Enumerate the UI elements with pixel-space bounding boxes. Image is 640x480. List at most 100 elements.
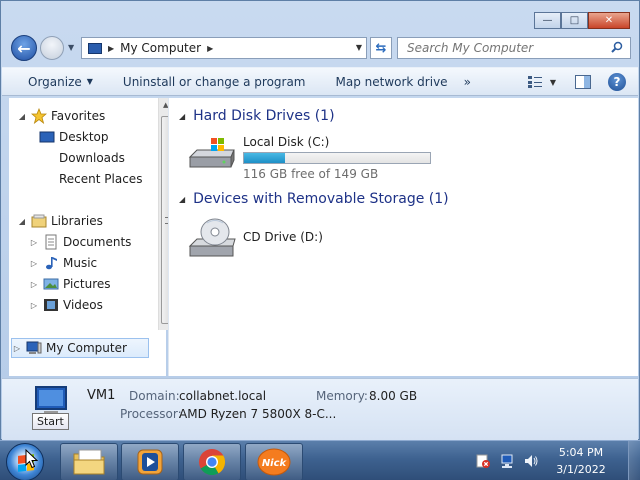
help-icon: ? [608, 73, 626, 91]
breadcrumb-chevron-icon[interactable]: ▶ [108, 44, 114, 53]
map-network-drive-button[interactable]: Map network drive [328, 71, 456, 93]
drive-name: CD Drive (D:) [243, 230, 323, 244]
search-input[interactable] [398, 38, 598, 58]
clock-time: 5:04 PM [558, 446, 604, 459]
mouse-cursor-icon [25, 449, 38, 469]
refresh-button[interactable]: ⇆ [370, 37, 392, 59]
processor-label: Processor: [120, 407, 182, 421]
collapsed-triangle-icon[interactable]: ▷ [29, 259, 39, 268]
view-controls: ▼ ? [518, 71, 628, 93]
clock-date: 3/1/2022 [556, 463, 606, 476]
nav-libraries[interactable]: ◢ Libraries [17, 213, 103, 229]
recent-pages-dropdown-icon[interactable]: ▼ [68, 43, 74, 52]
address-dropdown-icon[interactable]: ▼ [356, 43, 362, 52]
view-dropdown-icon[interactable]: ▼ [546, 71, 560, 93]
change-view-button[interactable] [524, 71, 546, 93]
chrome-icon [199, 449, 226, 476]
recent-places-icon [39, 171, 55, 187]
breadcrumb-my-computer[interactable]: My Computer [120, 41, 201, 55]
network-icon[interactable] [498, 452, 516, 470]
action-center-icon[interactable] [474, 452, 492, 470]
group-header-hard-disk-drives[interactable]: ◢ Hard Disk Drives (1) [179, 108, 335, 124]
domain-label: Domain: [129, 389, 180, 403]
navigation-bar: ← ▼ ▶ My Computer ▶ ▼ ⇆ [11, 35, 631, 61]
nav-favorites[interactable]: ◢ Favorites [17, 108, 105, 124]
show-desktop-button[interactable] [628, 441, 640, 480]
chevron-down-icon: ▼ [86, 77, 93, 86]
content-pane: ◢ Hard Disk Drives (1) Local Disk (C:) 1… [168, 98, 638, 376]
taskbar-windows-explorer[interactable] [60, 443, 118, 480]
search-icon[interactable] [611, 41, 623, 53]
more-commands-button[interactable]: » [456, 71, 479, 93]
drive-local-disk-c[interactable]: Local Disk (C:) 116 GB free of 149 GB [187, 135, 431, 181]
address-bar[interactable]: ▶ My Computer ▶ ▼ [81, 37, 367, 59]
computer-icon [88, 42, 102, 54]
star-icon [31, 108, 47, 124]
collapsed-triangle-icon[interactable]: ▷ [12, 344, 22, 353]
clock[interactable]: 5:04 PM 3/1/2022 [546, 444, 616, 478]
system-tray: 5:04 PM 3/1/2022 [474, 441, 640, 480]
maximize-button[interactable]: □ [561, 12, 588, 29]
computer-name: VM1 [87, 388, 116, 403]
help-button[interactable]: ? [606, 71, 628, 93]
media-player-icon [137, 449, 163, 475]
organize-button[interactable]: Organize ▼ [20, 71, 101, 93]
documents-icon [45, 234, 57, 250]
hard-drive-icon [188, 138, 235, 168]
drive-usage-bar [243, 152, 431, 164]
back-button[interactable]: ← [11, 35, 37, 61]
nick-icon: Nick [257, 448, 291, 476]
breadcrumb-chevron-icon[interactable]: ▶ [207, 44, 213, 53]
svg-text:Nick: Nick [262, 458, 288, 469]
expanded-triangle-icon[interactable]: ◢ [179, 112, 185, 121]
folder-icon [73, 449, 105, 475]
music-note-icon [46, 257, 57, 270]
drive-cd-d[interactable]: CD Drive (D:) [187, 218, 323, 262]
nav-music[interactable]: ▷ Music [29, 255, 97, 271]
taskbar-nick[interactable]: Nick [245, 443, 303, 480]
computer-icon [26, 341, 42, 354]
nav-pictures[interactable]: ▷ Pictures [29, 276, 111, 292]
nav-desktop[interactable]: Desktop [39, 129, 109, 145]
drive-name: Local Disk (C:) [243, 135, 330, 149]
taskbar-media-player[interactable] [121, 443, 179, 480]
nav-downloads[interactable]: Downloads [39, 150, 125, 166]
downloads-icon [39, 150, 55, 166]
collapsed-triangle-icon[interactable]: ▷ [29, 280, 39, 289]
minimize-button[interactable]: — [534, 12, 561, 29]
processor-value: AMD Ryzen 7 5800X 8-C... [179, 407, 337, 421]
desktop-icon [39, 131, 55, 143]
nav-my-computer[interactable]: ▷ My Computer [11, 338, 149, 358]
command-bar: Organize ▼ Uninstall or change a program… [2, 67, 638, 96]
caption-buttons: — □ ✕ [534, 12, 630, 29]
volume-icon[interactable] [522, 452, 540, 470]
group-header-removable-storage[interactable]: ◢ Devices with Removable Storage (1) [179, 191, 449, 207]
taskbar: Nick 5:04 PM 3/1/2022 [0, 440, 640, 480]
pictures-icon [43, 278, 59, 290]
refresh-icon: ⇆ [375, 40, 387, 56]
forward-button[interactable] [40, 36, 64, 60]
explorer-window: — □ ✕ ← ▼ ▶ My Computer ▶ ▼ ⇆ Organize ▼… [0, 0, 640, 440]
memory-label: Memory: [316, 389, 368, 403]
drive-usage-fill [244, 153, 285, 163]
preview-pane-icon [575, 75, 591, 89]
taskbar-chrome[interactable] [183, 443, 241, 480]
back-arrow-icon: ← [17, 38, 31, 58]
collapsed-triangle-icon[interactable]: ▷ [29, 238, 39, 247]
collapsed-triangle-icon[interactable]: ▷ [29, 301, 39, 310]
expanded-triangle-icon[interactable]: ◢ [17, 112, 27, 121]
close-button[interactable]: ✕ [588, 12, 630, 29]
nav-videos[interactable]: ▷ Videos [29, 297, 103, 313]
preview-pane-button[interactable] [572, 71, 594, 93]
expanded-triangle-icon[interactable]: ◢ [17, 217, 27, 226]
organize-label: Organize [28, 74, 82, 89]
nav-documents[interactable]: ▷ Documents [29, 234, 131, 250]
start-tooltip: Start [32, 413, 69, 430]
cd-drive-icon [188, 218, 236, 257]
search-box[interactable] [397, 37, 631, 59]
drive-free-space: 116 GB free of 149 GB [243, 167, 379, 181]
view-icon [528, 76, 542, 88]
uninstall-program-button[interactable]: Uninstall or change a program [115, 71, 314, 93]
nav-recent-places[interactable]: Recent Places [39, 171, 142, 187]
expanded-triangle-icon[interactable]: ◢ [179, 195, 185, 204]
